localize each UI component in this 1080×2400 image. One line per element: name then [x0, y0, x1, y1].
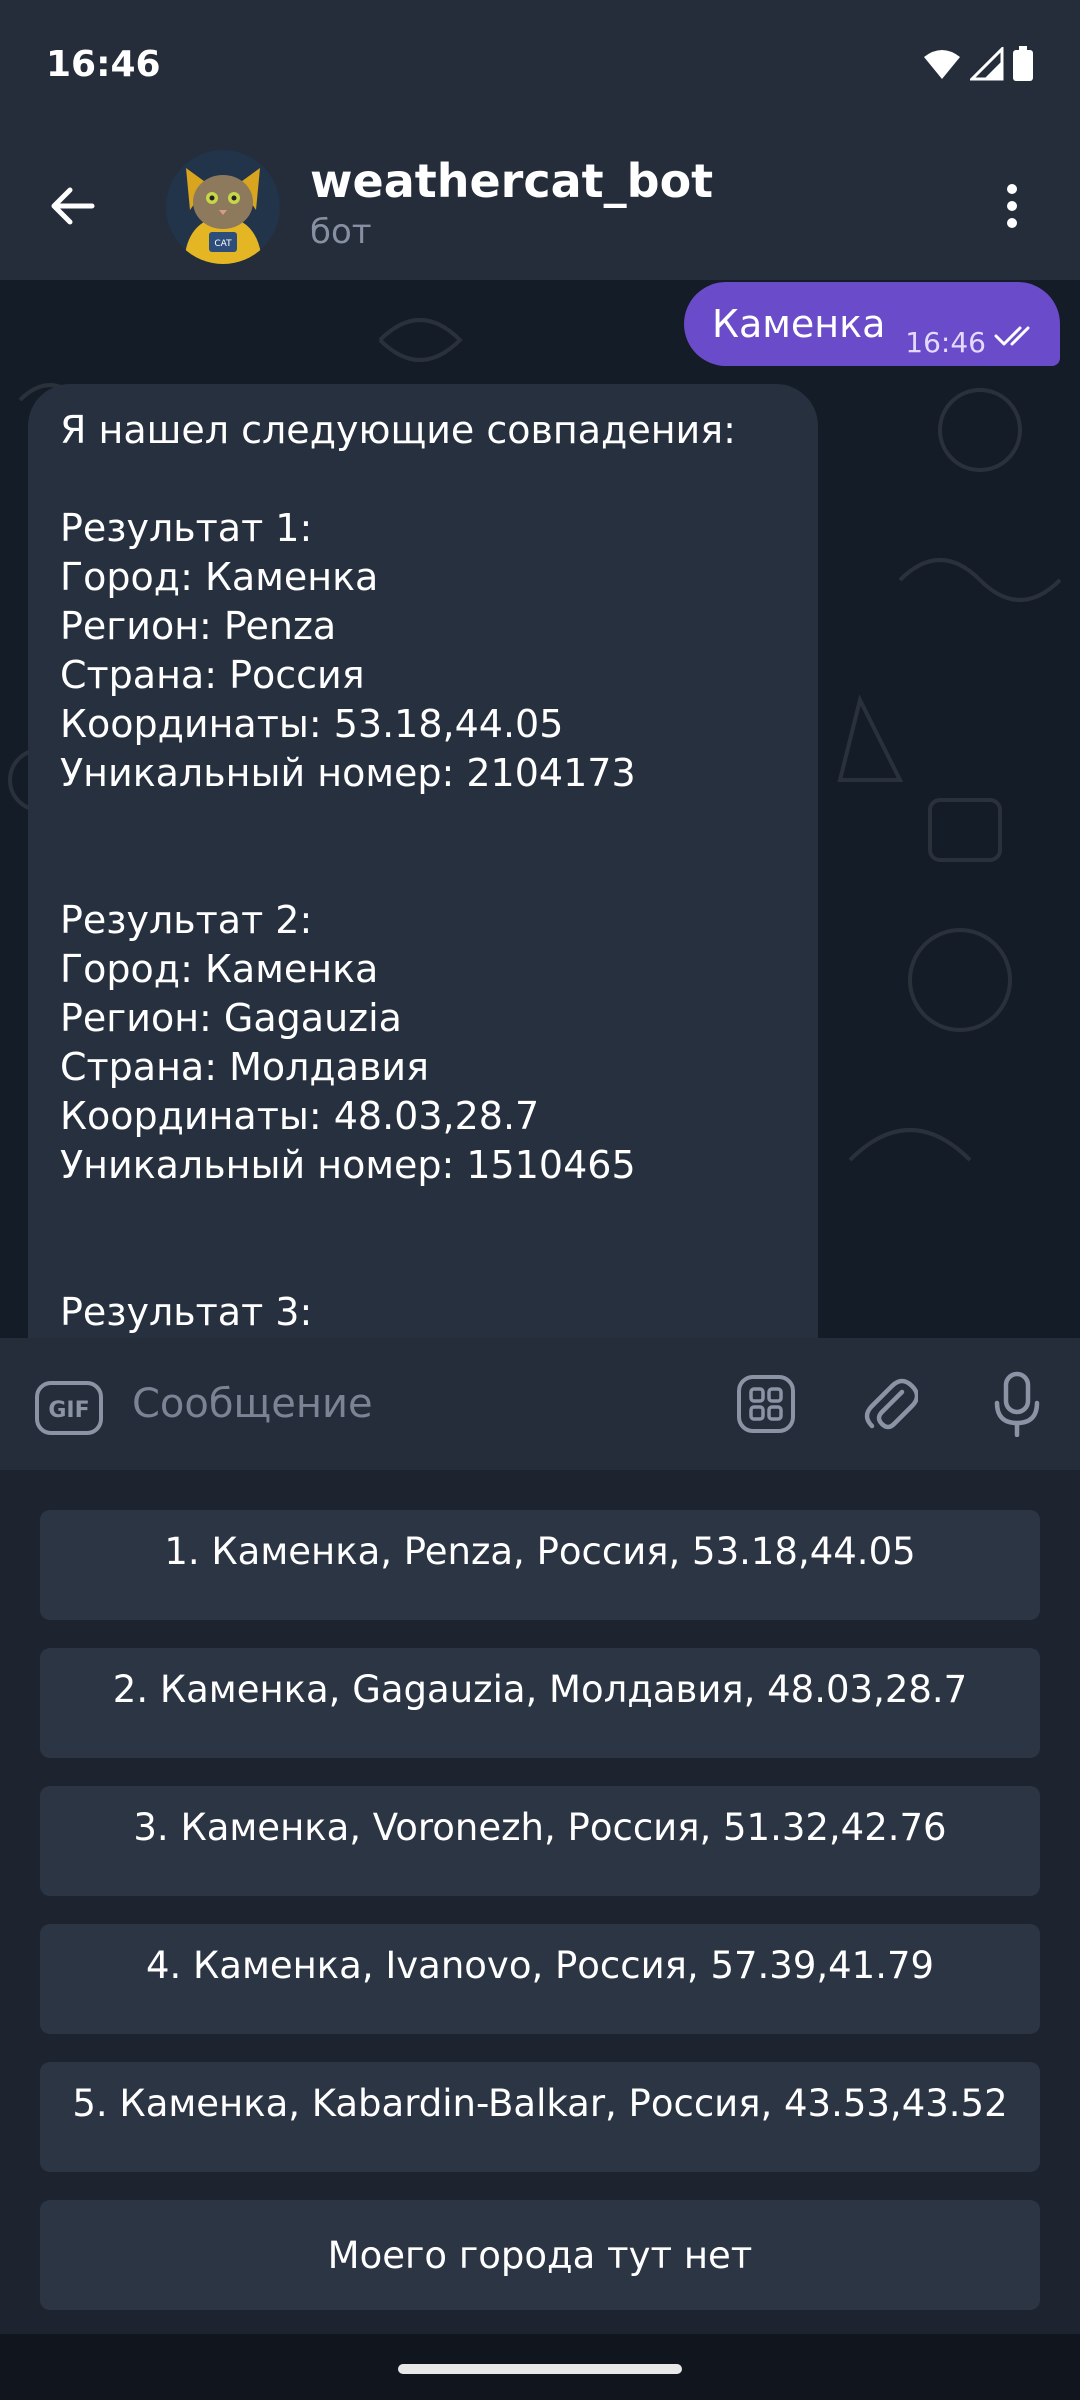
- keyboard-button-label: Моего города тут нет: [327, 2234, 753, 2277]
- gif-button[interactable]: GIF: [34, 1380, 104, 1440]
- outgoing-message[interactable]: Каменка 16:46: [684, 282, 1060, 366]
- chat-subtitle: бот: [310, 212, 372, 252]
- more-button[interactable]: [974, 168, 1050, 244]
- message-input[interactable]: [132, 1366, 692, 1442]
- avatar[interactable]: CAT: [166, 150, 280, 264]
- my-city-missing-button[interactable]: Моего города тут нет: [40, 2200, 1040, 2310]
- voice-button[interactable]: [985, 1371, 1049, 1437]
- keyboard-button-1[interactable]: 1. Каменка, Penza, Россия, 53.18,44.05: [40, 1510, 1040, 1620]
- chat-title[interactable]: weathercat_bot: [310, 154, 713, 208]
- double-check-icon: [994, 326, 1030, 346]
- arrow-left-icon: [51, 187, 95, 225]
- signal-icon: [970, 47, 1004, 81]
- status-bar: 16:46: [0, 0, 1080, 132]
- keyboard-button-5[interactable]: 5. Каменка, Kabardin-Balkar, Россия, 43.…: [40, 2062, 1040, 2172]
- incoming-message[interactable]: Я нашел следующие совпадения: Результат …: [28, 384, 818, 1338]
- outgoing-message-time: 16:46: [905, 326, 986, 359]
- incoming-message-text: Я нашел следующие совпадения: Результат …: [60, 408, 736, 1334]
- outgoing-message-text: Каменка: [712, 302, 886, 346]
- keyboard-button-3[interactable]: 3. Каменка, Voronezh, Россия, 51.32,42.7…: [40, 1786, 1040, 1896]
- paperclip-icon: [864, 1378, 918, 1430]
- gif-icon: GIF: [35, 1381, 103, 1435]
- cat-avatar-icon: CAT: [166, 150, 280, 264]
- keyboard-button-label: 5. Каменка, Kabardin-Balkar, Россия, 43.…: [72, 2082, 1008, 2125]
- bot-keyboard-button[interactable]: [734, 1372, 798, 1436]
- bot-keyboard-icon: [737, 1375, 795, 1433]
- avatar-badge-text: CAT: [214, 239, 232, 249]
- status-icons: [922, 44, 1034, 84]
- keyboard-button-4[interactable]: 4. Каменка, Ivanovo, Россия, 57.39,41.79: [40, 1924, 1040, 2034]
- keyboard-button-label: 1. Каменка, Penza, Россия, 53.18,44.05: [164, 1530, 916, 1573]
- status-time: 16:46: [46, 44, 161, 85]
- keyboard-button-label: 2. Каменка, Gagauzia, Молдавия, 48.03,28…: [112, 1668, 968, 1711]
- wifi-icon: [924, 50, 960, 79]
- chat-area[interactable]: Каменка 16:46 Я нашел следующие совпаден…: [0, 280, 1080, 1338]
- more-vertical-icon: [1007, 184, 1017, 228]
- bot-reply-keyboard: 1. Каменка, Penza, Россия, 53.18,44.05 2…: [0, 1470, 1080, 2334]
- microphone-icon: [994, 1371, 1040, 1437]
- message-input-bar: GIF: [0, 1338, 1080, 1470]
- battery-icon: [1013, 46, 1033, 81]
- home-gesture-handle[interactable]: [398, 2364, 682, 2374]
- keyboard-button-label: 4. Каменка, Ivanovo, Россия, 57.39,41.79: [145, 1944, 935, 1987]
- navigation-bar: [0, 2334, 1080, 2400]
- gif-label: GIF: [48, 1398, 89, 1423]
- keyboard-button-2[interactable]: 2. Каменка, Gagauzia, Молдавия, 48.03,28…: [40, 1648, 1040, 1758]
- chat-header: CAT weathercat_bot бот: [0, 132, 1080, 280]
- back-button[interactable]: [34, 168, 110, 244]
- attach-button[interactable]: [858, 1372, 922, 1436]
- keyboard-button-label: 3. Каменка, Voronezh, Россия, 51.32,42.7…: [133, 1806, 947, 1849]
